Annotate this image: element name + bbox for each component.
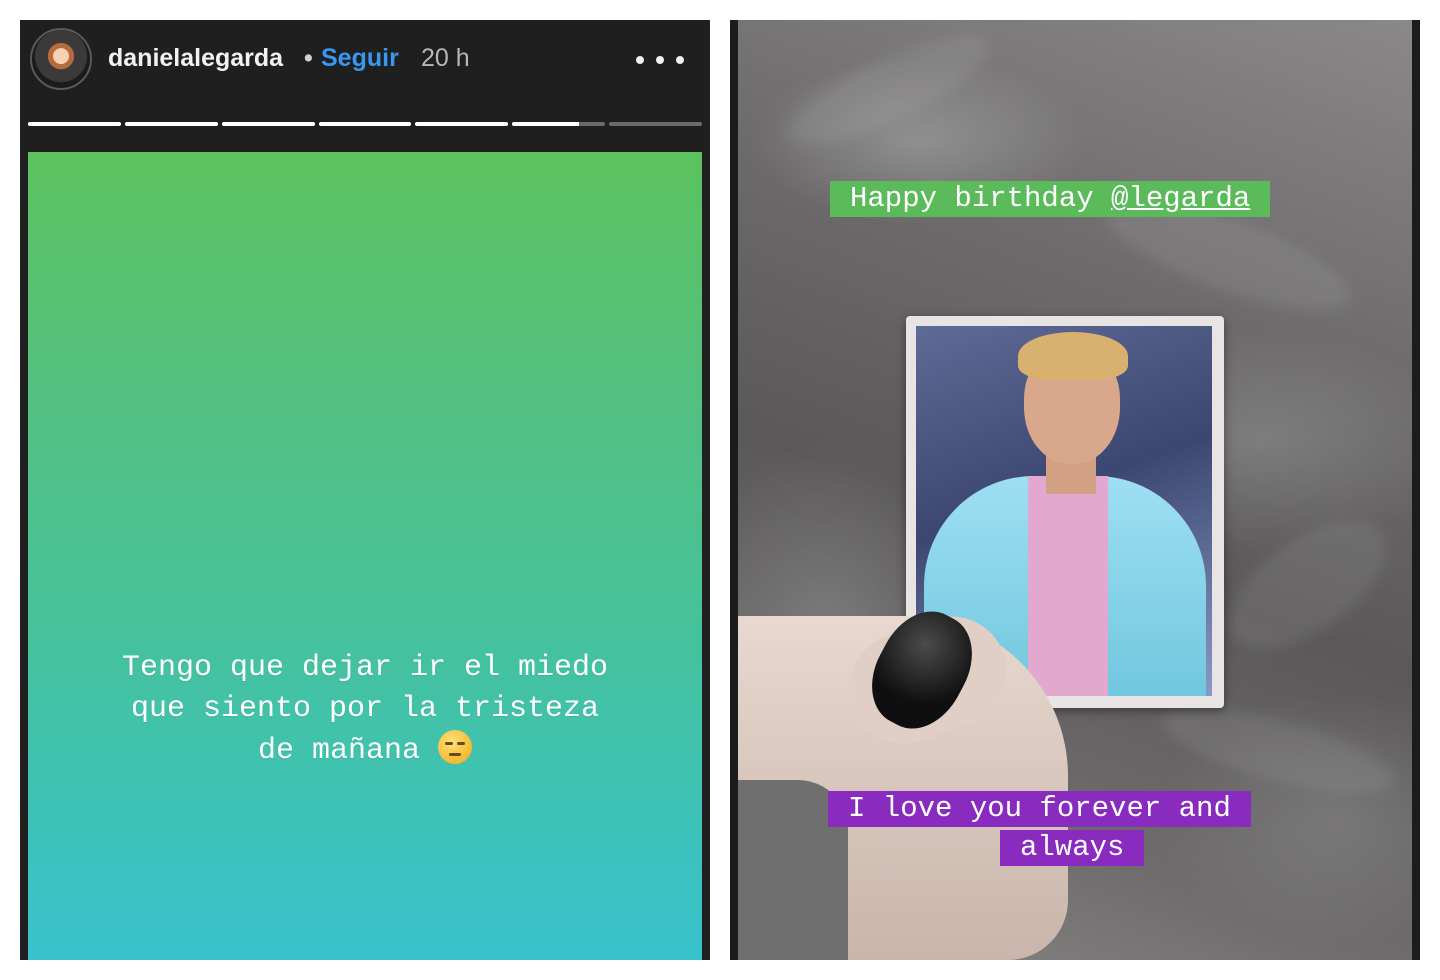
avatar[interactable]	[30, 28, 92, 90]
story-right: Happy birthday @legarda I love you forev…	[730, 20, 1420, 960]
progress-fill	[221, 122, 315, 126]
shirt-shape	[1028, 476, 1108, 696]
separator-dot: •	[304, 44, 313, 72]
post-time: 20 h	[421, 44, 470, 72]
progress-segment	[512, 122, 606, 126]
story-photo[interactable]: Happy birthday @legarda I love you forev…	[738, 20, 1412, 960]
progress-segment	[415, 122, 509, 126]
story-progress-bar	[28, 122, 703, 128]
more-options-icon[interactable]	[632, 46, 688, 74]
progress-segment	[609, 122, 703, 126]
caption-line: de mañana	[68, 730, 662, 772]
progress-segment	[28, 122, 121, 126]
caption-line: que siento por la tristeza	[130, 692, 600, 726]
caption-line-text: de mañana	[257, 734, 420, 768]
progress-segment	[318, 122, 412, 126]
fabric-fold	[775, 20, 1001, 164]
progress-fill	[415, 122, 509, 126]
caption-line: Tengo que dejar ir el miedo	[121, 651, 609, 685]
story-left: danielalegarda • Seguir 20 h Tengo que d…	[20, 20, 710, 960]
birthday-text: Happy birthday	[850, 182, 1112, 215]
story-caption: Tengo que dejar ir el miedo que siento p…	[68, 648, 662, 772]
birthday-tag: Happy birthday @legarda	[830, 181, 1271, 217]
username[interactable]: danielalegarda	[108, 44, 283, 73]
pensive-face-icon	[438, 730, 473, 764]
story-header: danielalegarda • Seguir 20 h	[20, 20, 710, 100]
progress-fill	[28, 122, 121, 126]
progress-fill	[124, 122, 218, 126]
progress-fill	[512, 122, 580, 126]
fabric-fold	[1208, 496, 1408, 674]
progress-fill	[318, 122, 412, 126]
progress-segment	[124, 122, 218, 126]
mention-link[interactable]: @legarda	[1111, 182, 1250, 215]
love-caption-line: I love you forever and	[828, 791, 1251, 827]
hair-shape	[1018, 332, 1128, 380]
progress-segment	[221, 122, 315, 126]
story-content[interactable]: Tengo que dejar ir el miedo que siento p…	[28, 152, 702, 960]
follow-button[interactable]: Seguir	[321, 44, 399, 73]
love-caption-line: always	[1000, 830, 1145, 866]
image-divider	[710, 0, 730, 980]
